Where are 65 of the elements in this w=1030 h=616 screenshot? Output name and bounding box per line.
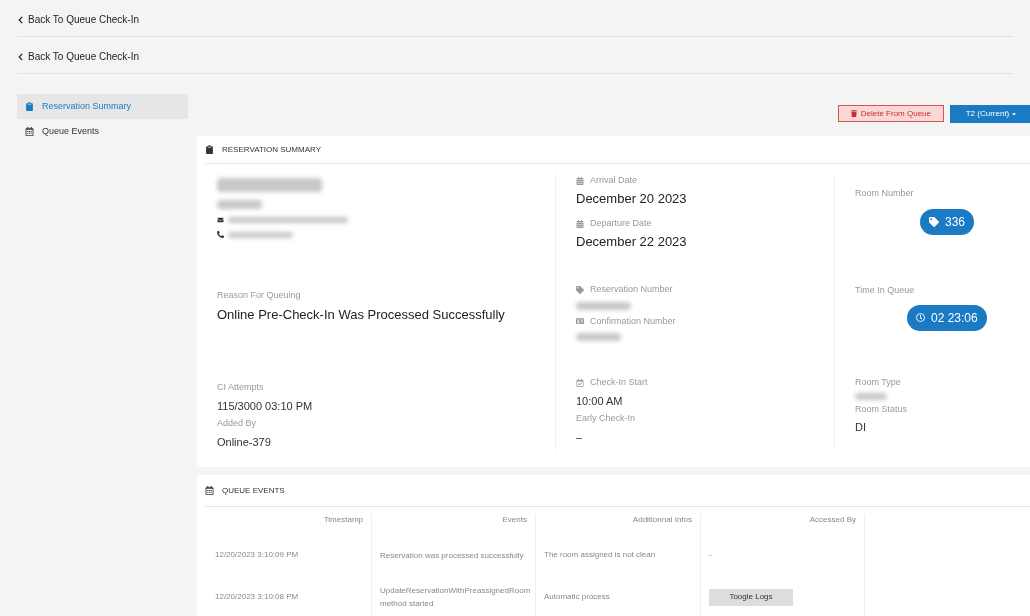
redacted-text [217,200,262,209]
field-label: CI Attempts [217,381,264,394]
sidebar-item[interactable]: Reservation Summary [17,94,188,119]
date-value: December 20 2023 [576,189,688,208]
field-value: Online-379 [217,434,272,450]
table-cell: - [709,549,712,561]
card-title: RESERVATION SUMMARY [222,143,321,156]
calendar-icon [205,486,214,495]
room-number-badge: 336 [920,208,975,235]
table-cell: 12/20/2023 3:10:09 PM [215,549,299,561]
field-label: Confirmation Number [590,314,676,328]
time-in-queue-badge: 02 23:06 [907,304,987,331]
caret-icon [1011,111,1018,117]
id-card-icon [576,317,584,326]
field-value: DI [855,420,867,435]
field-value: 10:00 AM [576,393,624,409]
field-label: Departure Date [590,217,652,230]
back-link[interactable]: Back To Queue Check-In [17,12,139,27]
clock-icon [916,313,925,322]
column-header: Events [502,514,527,526]
field-label: Time In Queue [855,284,915,297]
tag-icon [576,285,584,294]
table-cell-text: Reservation was processed successfully [380,549,524,562]
chevron-left-icon [17,52,24,61]
calendar-icon [576,219,584,228]
field-label: Room Status [855,402,908,416]
chevron-left-icon [17,15,24,24]
field-label: Reservation Number [590,283,673,296]
reason-value: Online Pre-Check-In Was Processed Successfully [217,305,506,324]
field-label: Room Type [855,376,901,389]
column-header: Additionnal Infos [632,514,692,526]
calendar-icon [576,176,584,185]
delete-button[interactable]: Delete From Queue [837,105,944,122]
toggle-logs-button[interactable]: Toogle Logs [709,588,793,606]
terminal-dropdown[interactable]: T2 (Current) [950,105,1030,123]
column-header: Accessed By [809,514,856,526]
field-label: Arrival Date [590,174,637,187]
redacted-text [576,333,621,341]
trash-icon [850,110,857,117]
field-label: Check-In Start [590,376,648,389]
field-label: Added By [217,417,257,430]
envelope-icon [217,217,224,223]
table-cell: Automatic process [544,591,610,603]
field-label: Early Check-In [576,412,636,425]
table-cell: 12/20/2023 3:10:08 PM [215,591,299,603]
field-label: Reason For Queuing [217,289,301,302]
calendar-icon [25,127,34,136]
tag-icon [929,216,939,227]
card-title: QUEUE EVENTS [222,484,285,497]
field-label: Room Number [855,187,914,200]
phone-icon [217,231,224,238]
column-header: Timestamp [323,514,363,526]
field-value: 115/3000 03:10 PM [217,398,314,414]
sidebar-item[interactable]: Queue Events [17,119,188,144]
field-value: – [576,429,583,445]
date-value: December 22 2023 [576,232,688,251]
calendar-check-icon [576,378,584,387]
clipboard-icon [25,102,34,111]
table-cell: The room assigned is not clean [544,549,656,561]
redacted-text [855,392,887,400]
redacted-text [228,231,293,238]
clipboard-icon [205,145,214,154]
back-link[interactable]: Back To Queue Check-In [17,49,139,64]
table-cell-text: UpdateReservationWithPreassignedRoom method started [380,585,532,610]
redacted-text [576,301,631,310]
